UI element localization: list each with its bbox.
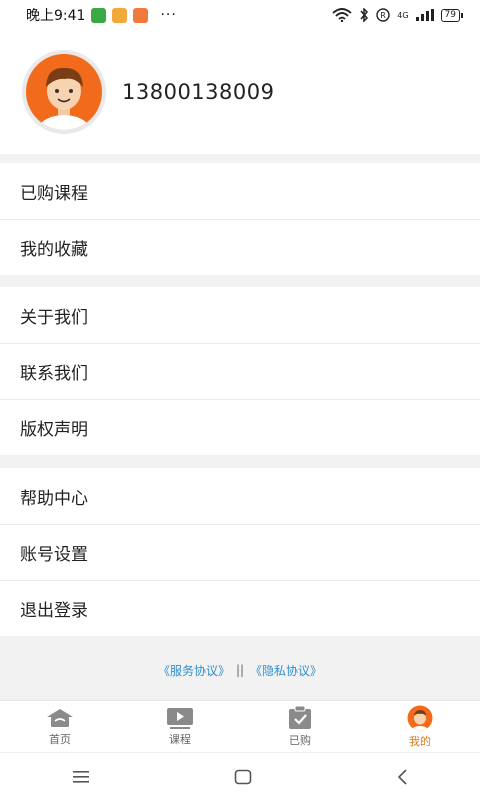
more-notifications-icon: ··· <box>160 7 177 23</box>
status-bar: 晚上9:41 ··· R 4G 79 <box>0 0 480 30</box>
back-icon[interactable] <box>396 769 408 785</box>
home-icon <box>47 709 73 727</box>
battery-icon: 79 <box>440 8 464 22</box>
menu-item-purchased-courses[interactable]: 已购课程 <box>0 163 480 219</box>
tab-home-label: 首页 <box>49 733 71 746</box>
signal-icon <box>415 9 434 21</box>
tab-purchased-label: 已购 <box>289 734 311 747</box>
menu-item-about-us[interactable]: 关于我们 <box>0 287 480 343</box>
menu-group-purchases: 已购课程 我的收藏 <box>0 163 480 275</box>
status-time: 晚上9:41 <box>26 8 86 24</box>
privacy-agreement-link[interactable]: 《隐私协议》 <box>250 662 322 679</box>
menu-item-contact-us[interactable]: 联系我们 <box>0 343 480 399</box>
menu-item-help-center[interactable]: 帮助中心 <box>0 468 480 524</box>
home-square-icon[interactable] <box>234 769 252 785</box>
status-left: 晚上9:41 ··· <box>26 5 177 25</box>
registered-icon: R <box>376 8 390 22</box>
tab-purchased[interactable]: 已购 <box>240 701 360 753</box>
clipboard-check-icon <box>289 706 311 729</box>
message-app-icon <box>112 7 128 23</box>
menu-item-account-settings[interactable]: 账号设置 <box>0 524 480 580</box>
user-phone-number: 13800138009 <box>122 80 275 104</box>
avatar[interactable] <box>22 50 106 134</box>
avatar-icon <box>407 705 433 731</box>
menu-group-account: 帮助中心 账号设置 退出登录 <box>0 468 480 636</box>
status-right: R 4G 79 <box>332 8 464 22</box>
profile-header[interactable]: 13800138009 <box>0 30 480 154</box>
tab-courses[interactable]: 课程 <box>120 701 240 753</box>
tab-courses-label: 课程 <box>169 733 191 746</box>
agreement-links: 《服务协议》 || 《隐私协议》 <box>0 640 480 700</box>
wechat-app-icon <box>91 7 107 23</box>
network-type: 4G <box>397 10 409 20</box>
menu-icon[interactable] <box>72 770 90 784</box>
wifi-icon <box>332 8 352 22</box>
link-separator: || <box>235 663 245 677</box>
tab-mine[interactable]: 我的 <box>360 701 480 753</box>
menu-item-logout[interactable]: 退出登录 <box>0 580 480 636</box>
system-navigation-bar <box>0 752 480 801</box>
menu-item-copyright[interactable]: 版权声明 <box>0 399 480 455</box>
play-icon <box>167 708 193 729</box>
tab-home[interactable]: 首页 <box>0 701 120 753</box>
tab-mine-label: 我的 <box>409 735 431 748</box>
svg-text:R: R <box>380 11 386 20</box>
service-agreement-link[interactable]: 《服务协议》 <box>158 662 230 679</box>
menu-item-favorites[interactable]: 我的收藏 <box>0 219 480 275</box>
notification-app-icon <box>133 7 149 23</box>
bottom-tab-bar: 首页 课程 已购 我的 <box>0 700 480 753</box>
bluetooth-icon <box>360 8 369 22</box>
user-avatar-icon <box>26 54 102 130</box>
menu-group-about: 关于我们 联系我们 版权声明 <box>0 287 480 455</box>
